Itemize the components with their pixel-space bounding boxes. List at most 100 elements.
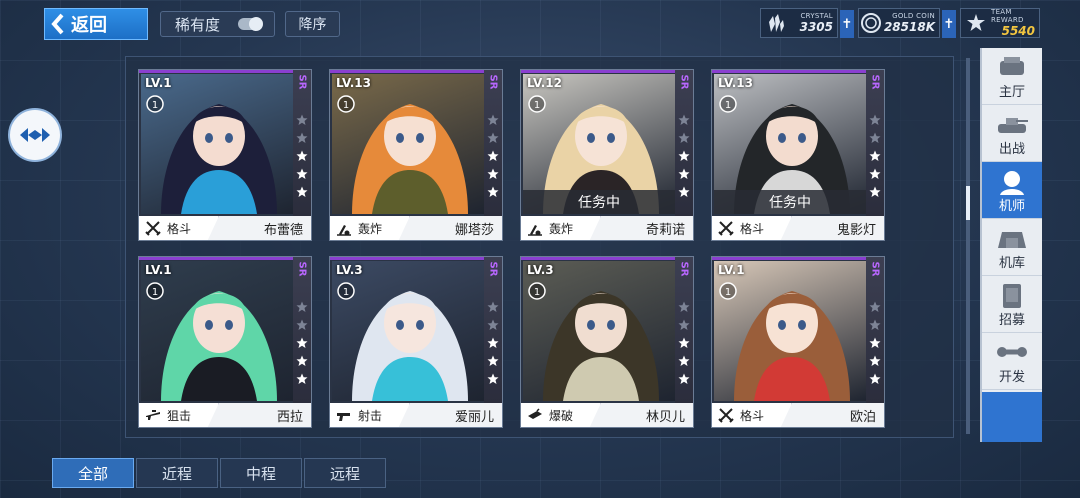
rank-number: 1 <box>725 287 731 298</box>
star-icon <box>869 168 881 179</box>
rarity-bar <box>521 257 693 260</box>
tank-art-banner <box>982 392 1042 442</box>
star-icon <box>869 373 881 384</box>
crystal-value: 3305 <box>799 20 833 34</box>
nav-label: 机师 <box>998 199 1025 214</box>
pilot-level: LV.12 <box>527 76 562 90</box>
rarity-label: SR <box>296 74 308 90</box>
filter-tab[interactable]: 全部 <box>52 458 134 488</box>
pilot-class: 格斗 <box>712 403 792 427</box>
rank-badge-icon: 1 <box>337 95 355 113</box>
crossed-swords-icon <box>718 408 734 423</box>
switch-view-button[interactable] <box>10 110 60 160</box>
rank-number: 1 <box>343 100 349 111</box>
nav-label: 主厅 <box>998 85 1025 100</box>
pilot-info-bar: 格斗 欧泊 <box>712 403 884 427</box>
mortar-icon <box>337 225 351 236</box>
nav-item[interactable]: 机师 <box>982 162 1042 219</box>
star-icon <box>869 319 881 330</box>
pilot-card[interactable]: LV.1 1 SR 格斗 欧泊 <box>711 256 885 428</box>
rarity-strip: SR <box>866 70 884 216</box>
chevron-left-icon <box>51 13 64 35</box>
star-icon <box>869 114 881 125</box>
sort-by-rarity-toggle[interactable]: 稀有度 <box>160 11 275 37</box>
nav-item[interactable]: 机库 <box>982 219 1042 276</box>
pilot-card[interactable]: LV.12 1 SR 任务中 轰炸 奇莉诺 <box>520 69 694 241</box>
pilot-card[interactable]: LV.3 1 SR 爆破 林贝儿 <box>520 256 694 428</box>
rank-badge-icon: 1 <box>146 95 164 113</box>
pilot-card[interactable]: LV.3 1 SR 射击 爱丽儿 <box>329 256 503 428</box>
star-icon <box>296 301 308 312</box>
star-icon <box>487 132 499 143</box>
pilot-card[interactable]: LV.1 1 SR 格斗 布蕾德 <box>138 69 312 241</box>
deploy-tank-icon <box>998 118 1028 133</box>
scrollbar-thumb[interactable] <box>966 186 970 220</box>
back-label: 返回 <box>71 15 107 36</box>
add-gold-button[interactable]: ✝ <box>942 10 956 38</box>
rarity-bar <box>330 257 502 260</box>
filter-tab[interactable]: 中程 <box>220 458 302 488</box>
star-icon <box>487 301 499 312</box>
class-label: 轰炸 <box>358 221 383 236</box>
class-label: 轰炸 <box>549 221 574 236</box>
nav-item[interactable]: 招募 <box>982 276 1042 333</box>
gold-coin-icon <box>861 13 882 33</box>
pilot-class: 狙击 <box>139 403 219 427</box>
crystal-label: CRYSTAL <box>800 12 833 20</box>
nav-label: 招募 <box>998 313 1025 328</box>
rank-badge-icon: 1 <box>719 95 737 113</box>
pilot-name: 林贝儿 <box>645 409 685 425</box>
pilot-class: 射击 <box>330 403 410 427</box>
scrollbar-track[interactable] <box>966 58 970 434</box>
filter-tab[interactable]: 近程 <box>136 458 218 488</box>
develop-wrench-icon <box>997 347 1027 357</box>
rarity-label: SR <box>678 74 690 90</box>
crystal-counter: CRYSTAL 3305 <box>760 8 838 38</box>
star-icon <box>678 168 690 179</box>
pilot-info-bar: 射击 爱丽儿 <box>330 403 502 427</box>
pilot-card[interactable]: LV.1 1 SR 狙击 西拉 <box>138 256 312 428</box>
order-button[interactable]: 降序 <box>285 11 340 37</box>
filter-tab[interactable]: 远程 <box>304 458 386 488</box>
pilot-name: 奇莉诺 <box>645 222 685 238</box>
class-label: 格斗 <box>740 221 765 236</box>
nav-label: 出战 <box>998 142 1025 157</box>
star-icon <box>487 114 499 125</box>
class-label: 格斗 <box>167 221 192 236</box>
rarity-bar <box>712 257 884 260</box>
back-button[interactable]: 返回 <box>44 8 148 40</box>
star-icon <box>296 132 308 143</box>
pilot-class: 格斗 <box>712 216 792 240</box>
rarity-label: SR <box>869 74 881 90</box>
team-reward-value: 5540 <box>1001 24 1035 38</box>
pilot-card[interactable]: LV.13 1 SR 轰炸 娜塔莎 <box>329 69 503 241</box>
star-icon <box>487 355 499 366</box>
pilot-level: LV.1 <box>145 263 172 277</box>
gold-coin-value: 28518K <box>883 20 935 34</box>
pilot-card[interactable]: LV.13 1 SR 任务中 格斗 鬼影灯 <box>711 69 885 241</box>
pilot-class: 轰炸 <box>330 216 410 240</box>
rarity-strip: SR <box>293 70 311 216</box>
pilot-info-bar: 轰炸 娜塔莎 <box>330 216 502 240</box>
star-icon <box>487 337 499 348</box>
add-crystal-button[interactable]: ✝ <box>840 10 854 38</box>
double-arrow-icon <box>20 128 50 142</box>
toggle-switch-icon[interactable] <box>238 17 264 31</box>
gold-coin-counter: GOLD COIN 28518K <box>858 8 940 38</box>
nav-item[interactable]: 主厅 <box>982 48 1042 105</box>
pilot-icon <box>1000 171 1024 195</box>
pilot-level: LV.1 <box>145 76 172 90</box>
rarity-bar <box>521 70 693 73</box>
rarity-label: SR <box>487 74 499 90</box>
rarity-strip: SR <box>866 257 884 403</box>
nav-item[interactable]: 开发 <box>982 333 1042 390</box>
pilot-name: 欧泊 <box>849 409 876 425</box>
star-icon <box>869 186 881 197</box>
rarity-strip: SR <box>484 70 502 216</box>
main-hall-icon <box>1000 57 1024 75</box>
rarity-bar <box>712 70 884 73</box>
star-icon <box>296 337 308 348</box>
star-icon <box>296 168 308 179</box>
rank-badge-icon: 1 <box>337 282 355 300</box>
nav-item[interactable]: 出战 <box>982 105 1042 162</box>
